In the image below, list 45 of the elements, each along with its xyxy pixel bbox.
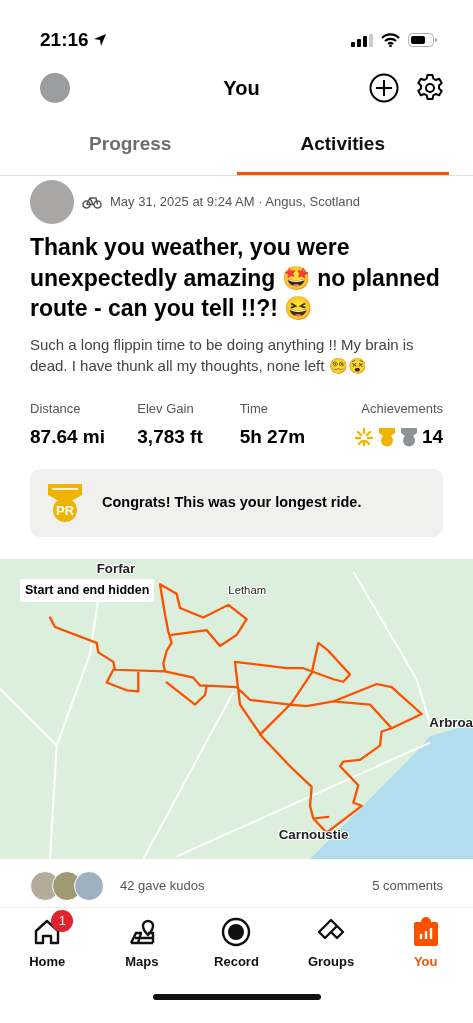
tab[interactable]: Progress <box>24 114 237 175</box>
tab-bar-item[interactable]: Groups <box>283 908 379 974</box>
stat-label: Distance <box>30 400 82 419</box>
location-arrow-icon <box>92 33 107 47</box>
map-notice: Start and end hidden <box>20 579 155 602</box>
map-pin-icon <box>127 918 156 947</box>
map-place-label: Arbroa <box>429 715 473 730</box>
activity-date-location: May 31, 2025 at 9:24 AM · Angus, Scotland <box>110 193 361 212</box>
achievement-message: Congrats! This was your longest ride. <box>102 493 362 513</box>
map-place-label: Forfar <box>96 561 136 577</box>
stat-label: Elev Gain <box>137 400 195 419</box>
notification-badge: 1 <box>51 910 74 933</box>
tab-bar-item[interactable]: Maps <box>94 908 190 974</box>
settings-icon[interactable] <box>415 73 445 103</box>
tab[interactable]: Activities <box>236 114 449 175</box>
record-icon <box>221 917 252 948</box>
wifi-icon <box>381 33 400 47</box>
achievement-card[interactable]: PR Congrats! This was your longest ride. <box>30 469 443 538</box>
tab-bar-item[interactable]: Record <box>189 908 284 974</box>
map-place-label: Carnoustie <box>278 827 349 843</box>
medal-icon <box>399 427 418 447</box>
add-icon[interactable] <box>369 73 399 103</box>
activity-title[interactable]: Thank you weather, you were unexpectedly amazing 🤩 no planned route - can you tell !!?! 😆 <box>0 224 473 324</box>
page-title: You <box>223 76 260 101</box>
map-place-label: Letham <box>228 584 267 597</box>
kudos-avatar[interactable] <box>74 871 104 902</box>
stat-value: 87.64 mi <box>30 424 106 449</box>
comments-count[interactable]: 5 comments <box>372 876 443 896</box>
medal-icon <box>377 427 396 447</box>
clipboard-chart-icon <box>412 917 439 948</box>
kudos-count[interactable]: 42 gave kudos <box>120 876 205 896</box>
profile-avatar[interactable] <box>40 73 70 103</box>
stat-label: Time <box>239 400 270 419</box>
stat-value: 5h 27m <box>239 424 307 449</box>
stat-label: Achievements <box>360 400 443 419</box>
athlete-avatar[interactable] <box>30 180 74 224</box>
tab-bar-item[interactable]: Home 1 <box>0 908 95 974</box>
signal-icon <box>351 33 373 47</box>
achievement-count: 14 <box>421 424 443 449</box>
pr-badge-label: PR <box>55 503 75 519</box>
activity-description: Such a long flippin time to be doing anything !! My brain is dead. I have thunk all my thoughts, none left 😵‍💫😵 <box>29 334 415 377</box>
bicycle-icon <box>82 195 102 209</box>
stat-value: 3,783 ft <box>137 424 204 449</box>
battery-icon <box>408 33 437 47</box>
clock-time: 21:16 <box>40 27 89 52</box>
